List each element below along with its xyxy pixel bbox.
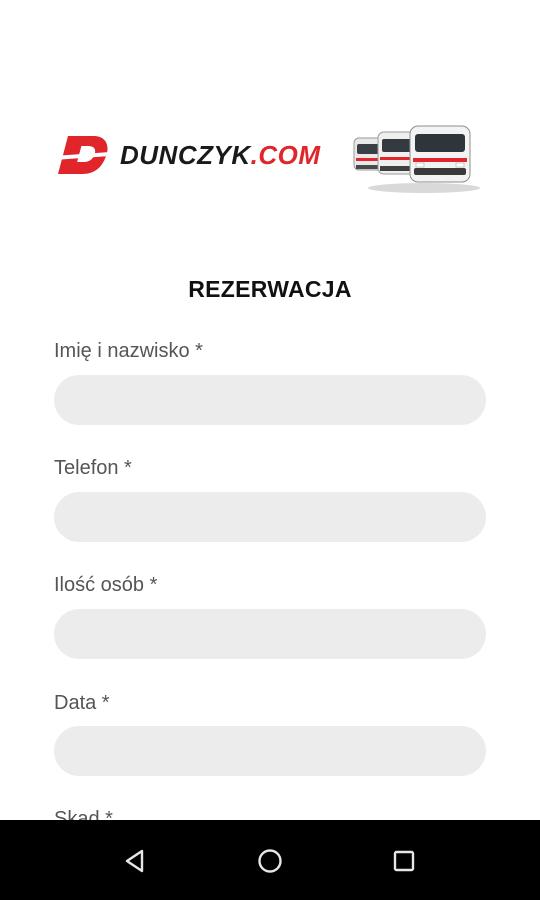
name-field[interactable]: [54, 375, 486, 425]
people-count-label: Ilość osób *: [54, 574, 158, 596]
reservation-screen: DUNCZYK.COM REZERWACJA Imię i nazwisko *…: [0, 0, 540, 820]
recents-button[interactable]: [387, 844, 421, 878]
date-field[interactable]: [54, 726, 486, 776]
brand-name: DUNCZYK.COM: [120, 140, 321, 171]
name-label: Imię i nazwisko *: [54, 340, 203, 362]
from-label: Skąd *: [54, 808, 113, 820]
home-icon: [258, 849, 282, 873]
people-count-field[interactable]: [54, 609, 486, 659]
logo-mark-icon: [54, 136, 110, 174]
brand-name-dark: DUNCZYK: [120, 139, 251, 170]
recents-icon: [393, 850, 415, 872]
date-label: Data *: [54, 692, 110, 714]
brand-logo: DUNCZYK.COM: [54, 130, 321, 180]
system-nav-bar: [0, 820, 540, 900]
back-icon: [125, 849, 144, 873]
home-button[interactable]: [253, 844, 287, 878]
brand-name-domain: .COM: [250, 139, 321, 170]
page-title: REZERWACJA: [188, 276, 352, 302]
back-button[interactable]: [118, 844, 152, 878]
phone-label: Telefon *: [54, 457, 132, 479]
phone-field[interactable]: [54, 492, 486, 542]
vans-illustration: [353, 125, 480, 193]
